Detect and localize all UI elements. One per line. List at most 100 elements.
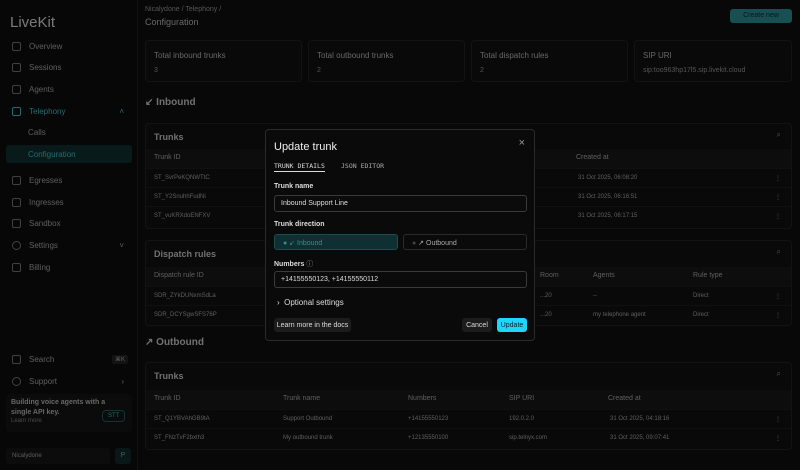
cell: 31 Oct 2025, 09:07:41	[610, 435, 670, 441]
label: Configuration	[28, 149, 76, 159]
more-icon[interactable]: ⋮	[775, 293, 781, 300]
optional-settings-toggle[interactable]: › Optional settings	[277, 298, 344, 307]
radio-icon: ●	[283, 240, 288, 247]
more-icon[interactable]: ⋮	[775, 213, 781, 220]
label: Sandbox	[29, 218, 61, 228]
sidebar-item-agents[interactable]: Agents	[6, 80, 132, 98]
project-selector[interactable]: Nicalydone	[6, 448, 110, 464]
sidebar-item-settings[interactable]: Settings ˅	[6, 236, 132, 254]
breadcrumb-item[interactable]: Telephony	[185, 6, 217, 13]
promo-card[interactable]: Building voice agents with a single API …	[6, 394, 132, 432]
promo-text: Building voice agents with a single API …	[11, 399, 106, 416]
cell: ST_Y2SnuhhFudNi	[154, 194, 206, 200]
breadcrumb-item[interactable]: Nicalydone	[145, 6, 180, 13]
update-button[interactable]: Update	[497, 318, 527, 332]
col-header[interactable]: Rule type	[693, 272, 723, 279]
sidebar-item-egresses[interactable]: Egresses	[6, 171, 132, 189]
sidebar-item-calls[interactable]: Calls	[6, 123, 132, 141]
table-title: Trunks	[154, 132, 184, 142]
download-icon	[12, 197, 21, 207]
label: Overview	[29, 41, 63, 51]
tab-trunk-details[interactable]: TRUNK DETAILS	[274, 162, 325, 172]
col-header[interactable]: Trunk ID	[154, 395, 181, 402]
sidebar-item-billing[interactable]: Billing	[6, 258, 132, 276]
sidebar-item-telephony[interactable]: Telephony ˄	[6, 102, 132, 120]
sidebar-item-overview[interactable]: Overview	[6, 37, 132, 55]
col-header[interactable]: Numbers	[408, 395, 436, 402]
more-icon[interactable]: ⋮	[775, 435, 781, 442]
chevron-down-icon: ˅	[119, 240, 124, 250]
more-icon[interactable]: ⋮	[775, 175, 781, 182]
cell: ST_SvrPeKQNWTtC	[154, 175, 210, 181]
search-icon[interactable]: ⌕	[777, 130, 781, 140]
col-header[interactable]: Agents	[593, 272, 615, 279]
col-header[interactable]: Trunk name	[283, 395, 320, 402]
sessions-icon	[12, 62, 21, 72]
search-icon[interactable]: ⌕	[777, 247, 781, 257]
more-icon[interactable]: ⋮	[775, 312, 781, 319]
stat-label: Total dispatch rules	[480, 51, 549, 60]
label: Outbound	[426, 240, 457, 247]
stat-label: Total outbound trunks	[317, 51, 394, 60]
direction-option-inbound[interactable]: ● ↙ Inbound	[274, 234, 398, 250]
sidebar-item-configuration[interactable]: Configuration	[6, 145, 132, 163]
support-button[interactable]: Support ›	[6, 372, 132, 390]
phone-icon	[12, 106, 21, 116]
more-icon[interactable]: ⋮	[775, 416, 781, 423]
cell: ST_vuKRXdoENFXV	[154, 213, 211, 219]
close-icon[interactable]: ×	[519, 137, 525, 149]
col-header[interactable]: Room	[540, 272, 559, 279]
cell: Direct	[693, 312, 709, 318]
avatar[interactable]: P	[115, 448, 131, 464]
inbound-heading: ↙ Inbound	[145, 97, 196, 108]
table-row[interactable]: ST_FNzTvF2bxth3 My outbound trunk +1213555…	[146, 428, 791, 447]
col-header[interactable]: Created at	[576, 154, 609, 161]
sidebar-item-ingresses[interactable]: Ingresses	[6, 193, 132, 211]
search-button[interactable]: Search ⌘K	[6, 350, 132, 368]
label: Support	[29, 376, 58, 386]
col-header[interactable]: Dispatch rule ID	[154, 272, 204, 279]
trunk-name-label: Trunk name	[274, 183, 314, 190]
cell: 31 Oct 2025, 06:17:15	[578, 213, 638, 219]
numbers-label: Numbers ⓘ	[274, 259, 313, 269]
cell: ...20	[540, 312, 552, 318]
direction-option-outbound[interactable]: ● ↗ Outbound	[403, 234, 527, 250]
cell: --	[593, 293, 597, 299]
table-row[interactable]: ST_Q1YBVAhGB9tA Support Outbound +14155550…	[146, 409, 791, 428]
label: Outbound	[156, 337, 204, 348]
cancel-button[interactable]: Cancel	[462, 318, 492, 332]
stat-label: Total inbound trunks	[154, 51, 226, 60]
cell: ST_Q1YBVAhGB9tA	[154, 416, 210, 422]
stat-card: Total outbound trunks 2	[308, 40, 465, 82]
col-header[interactable]: Created at	[608, 395, 641, 402]
label: Egresses	[29, 175, 63, 185]
cell: SDR_DCYSgwSFS76P	[154, 312, 217, 318]
numbers-input[interactable]: +14155550123, +14155550112	[274, 271, 527, 288]
create-new-button[interactable]: Create new	[730, 9, 792, 23]
sidebar-item-sessions[interactable]: Sessions	[6, 58, 132, 76]
help-icon	[12, 376, 21, 386]
label: Ingresses	[29, 197, 64, 207]
search-icon	[12, 354, 21, 364]
stat-value: 2	[480, 67, 484, 74]
agents-icon	[12, 84, 21, 94]
col-header[interactable]: SIP URI	[509, 395, 534, 402]
cell: 192.0.2.0	[509, 416, 535, 422]
search-icon[interactable]: ⌕	[777, 369, 781, 379]
more-icon[interactable]: ⋮	[775, 194, 781, 201]
logo: LiveKit	[10, 14, 56, 31]
table-title: Dispatch rules	[154, 249, 217, 259]
tab-json-editor[interactable]: JSON EDITOR	[341, 162, 384, 170]
sidebar-item-sandbox[interactable]: Sandbox	[6, 214, 132, 232]
trunk-name-input[interactable]: Inbound Support Line	[274, 195, 527, 212]
cell: ST_FNzTvF2bxth3	[154, 435, 205, 441]
stat-value: 3	[154, 67, 158, 74]
info-icon[interactable]: ⓘ	[306, 261, 313, 268]
label: Optional settings	[284, 298, 344, 307]
col-header[interactable]: Trunk ID	[154, 154, 181, 161]
shortcut-badge: ⌘K	[111, 354, 128, 364]
label: Calls	[28, 127, 46, 137]
label: Billing	[29, 262, 51, 272]
card-icon	[12, 262, 21, 272]
learn-more-docs-button[interactable]: Learn more in the docs	[274, 318, 351, 332]
